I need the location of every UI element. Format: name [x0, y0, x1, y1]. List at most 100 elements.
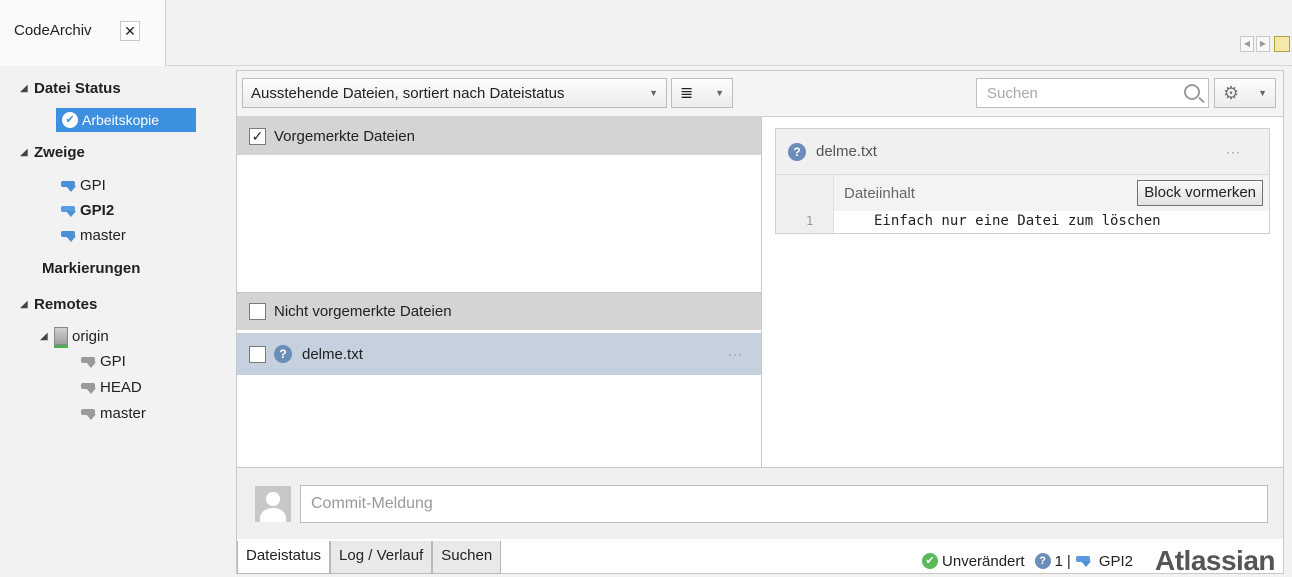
avatar-body — [260, 508, 286, 522]
scroll-right-icon[interactable]: ▶ — [1256, 36, 1270, 52]
tab-file-status[interactable]: Dateistatus — [237, 541, 331, 574]
chevron-down-icon: ▼ — [649, 88, 658, 98]
branch-label: master — [80, 227, 126, 244]
current-branch-icon — [1075, 554, 1093, 568]
sidebar-tags-label: Markierungen — [42, 260, 141, 277]
unstaged-files-header[interactable]: Nicht vorgemerkte Dateien — [237, 292, 761, 330]
file-filter-label: Ausstehende Dateien, sortiert nach Datei… — [251, 84, 565, 102]
status-branch: GPI2 — [1098, 552, 1133, 570]
file-checkbox[interactable] — [249, 345, 266, 363]
line-gutter — [776, 211, 834, 233]
commit-area: Commit-Meldung — [237, 467, 1283, 539]
collapse-triangle-icon[interactable]: ◢ — [20, 83, 34, 94]
atlassian-logo: Atlassian — [1155, 545, 1276, 576]
sidebar-item-remote-head[interactable]: HEAD — [80, 379, 142, 396]
view-mode-dropdown[interactable]: ≣ ▼ — [671, 78, 733, 108]
collapse-triangle-icon[interactable]: ◢ — [20, 147, 34, 158]
remote-branch-label: HEAD — [100, 379, 142, 396]
tab-log[interactable]: Log / Verlauf — [330, 541, 433, 574]
settings-dropdown[interactable]: ⚙ ▼ — [1214, 78, 1276, 108]
branch-icon — [60, 229, 78, 243]
sidebar-item-remote-origin[interactable]: ◢ origin — [40, 327, 109, 348]
unstaged-files-label: Nicht vorgemerkte Dateien — [274, 303, 452, 320]
file-name: delme.txt — [302, 345, 363, 363]
remote-branch-icon — [80, 407, 98, 421]
bottom-tabs: Dateistatus Log / Verlauf Suchen — [237, 541, 502, 575]
tab-codearchiv[interactable]: CodeArchiv ✕ — [0, 0, 166, 66]
sidebar-item-branch-gpi[interactable]: GPI — [60, 177, 106, 194]
search-input[interactable]: Suchen — [976, 78, 1209, 108]
status-state: Unverändert — [942, 552, 1025, 570]
collapse-triangle-icon[interactable]: ◢ — [40, 331, 54, 342]
sidebar-tags[interactable]: Markierungen — [42, 260, 140, 277]
code-line: 1 Einfach nur eine Datei zum löschen — [776, 211, 1269, 233]
staged-files-label: Vorgemerkte Dateien — [274, 127, 415, 145]
pending-count: 1 — [1054, 552, 1063, 570]
search-icon — [1184, 84, 1200, 100]
remote-label: origin — [72, 327, 109, 345]
sidebar-item-branch-master[interactable]: master — [60, 227, 126, 244]
tab-label: CodeArchiv — [14, 22, 92, 39]
sidebar-file-status[interactable]: ◢ Datei Status — [20, 80, 121, 97]
remote-branch-icon — [80, 381, 98, 395]
unstaged-all-checkbox[interactable] — [249, 303, 266, 320]
sidebar-item-remote-gpi[interactable]: GPI — [80, 353, 126, 370]
sidebar-item-working-copy[interactable]: ✔ Arbeitskopie — [56, 108, 196, 132]
remote-branch-label: GPI — [100, 353, 126, 370]
sidebar-branches[interactable]: ◢ Zweige — [20, 144, 85, 161]
commit-placeholder: Commit-Meldung — [311, 495, 433, 512]
sidebar-remotes[interactable]: ◢ Remotes — [20, 296, 97, 313]
remote-branch-label: master — [100, 405, 146, 422]
more-options-icon[interactable]: ··· — [1226, 145, 1241, 159]
hunk-header: Dateiinhalt Block vormerken — [776, 175, 1269, 211]
hunk-label: Dateiinhalt — [844, 185, 915, 202]
list-view-icon: ≣ — [680, 85, 694, 102]
sidebar-remotes-label: Remotes — [34, 296, 98, 313]
tab-scroll-arrows: ◀ ▶ — [1240, 36, 1270, 52]
remote-branch-icon — [80, 355, 98, 369]
sidebar-item-remote-master[interactable]: master — [80, 405, 146, 422]
toolbar: Ausstehende Dateien, sortiert nach Datei… — [237, 71, 1283, 117]
staged-files-header[interactable]: ✓ Vorgemerkte Dateien — [237, 117, 761, 155]
sidebar-branches-label: Zweige — [34, 144, 85, 161]
diff-panel: ? delme.txt ··· Dateiinhalt Block vormer… — [775, 128, 1270, 234]
staged-all-checkbox[interactable]: ✓ — [249, 127, 266, 145]
collapse-triangle-icon[interactable]: ◢ — [20, 299, 34, 310]
staged-files-list — [237, 155, 761, 289]
file-filter-dropdown[interactable]: Ausstehende Dateien, sortiert nach Datei… — [242, 78, 667, 108]
main-panel: Ausstehende Dateien, sortiert nach Datei… — [236, 70, 1284, 577]
more-options-icon[interactable]: ··· — [728, 347, 743, 361]
stage-block-button[interactable]: Block vormerken — [1137, 180, 1263, 206]
branch-label: GPI2 — [80, 202, 115, 219]
question-mark-icon: ? — [788, 142, 806, 161]
tab-bar: CodeArchiv ✕ ◀ ▶ — [0, 0, 1292, 66]
close-tab-icon[interactable]: ✕ — [120, 21, 140, 41]
diff-header: ? delme.txt ··· — [776, 129, 1269, 175]
tab-search[interactable]: Suchen — [432, 541, 502, 574]
branch-label: GPI — [80, 177, 106, 194]
sidebar-file-status-label: Datei Status — [34, 80, 121, 97]
current-branch-icon — [60, 204, 78, 218]
question-mark-icon: ? — [1034, 553, 1051, 569]
check-circle-icon: ✔ — [922, 553, 939, 569]
diff-file-name: delme.txt — [816, 143, 877, 160]
line-number: 1 — [806, 214, 814, 228]
chevron-down-icon: ▼ — [715, 88, 724, 98]
hunk-gutter — [776, 175, 834, 211]
branch-icon — [60, 179, 78, 193]
window-menu-icon[interactable] — [1274, 36, 1290, 52]
commit-message-input[interactable]: Commit-Meldung — [300, 485, 1268, 523]
scroll-left-icon[interactable]: ◀ — [1240, 36, 1254, 52]
line-text: Einfach nur eine Datei zum löschen — [874, 213, 1161, 229]
avatar-head — [266, 492, 280, 506]
avatar — [255, 486, 291, 522]
gear-icon: ⚙ — [1223, 82, 1240, 103]
sidebar-item-branch-gpi2[interactable]: GPI2 — [60, 202, 114, 219]
status-bar: ✔ Unverändert ? 1 | GPI2 Atlassian — [922, 545, 1276, 577]
list-item[interactable]: ? delme.txt ··· — [237, 333, 761, 375]
server-icon — [54, 327, 68, 348]
file-lists: ✓ Vorgemerkte Dateien Nicht vorgemerkte … — [237, 117, 762, 467]
check-circle-icon: ✔ — [62, 112, 78, 128]
sidebar: ◢ Datei Status ◢ Zweige GPI GPI2 master … — [0, 67, 232, 574]
separator: | — [1066, 552, 1071, 570]
